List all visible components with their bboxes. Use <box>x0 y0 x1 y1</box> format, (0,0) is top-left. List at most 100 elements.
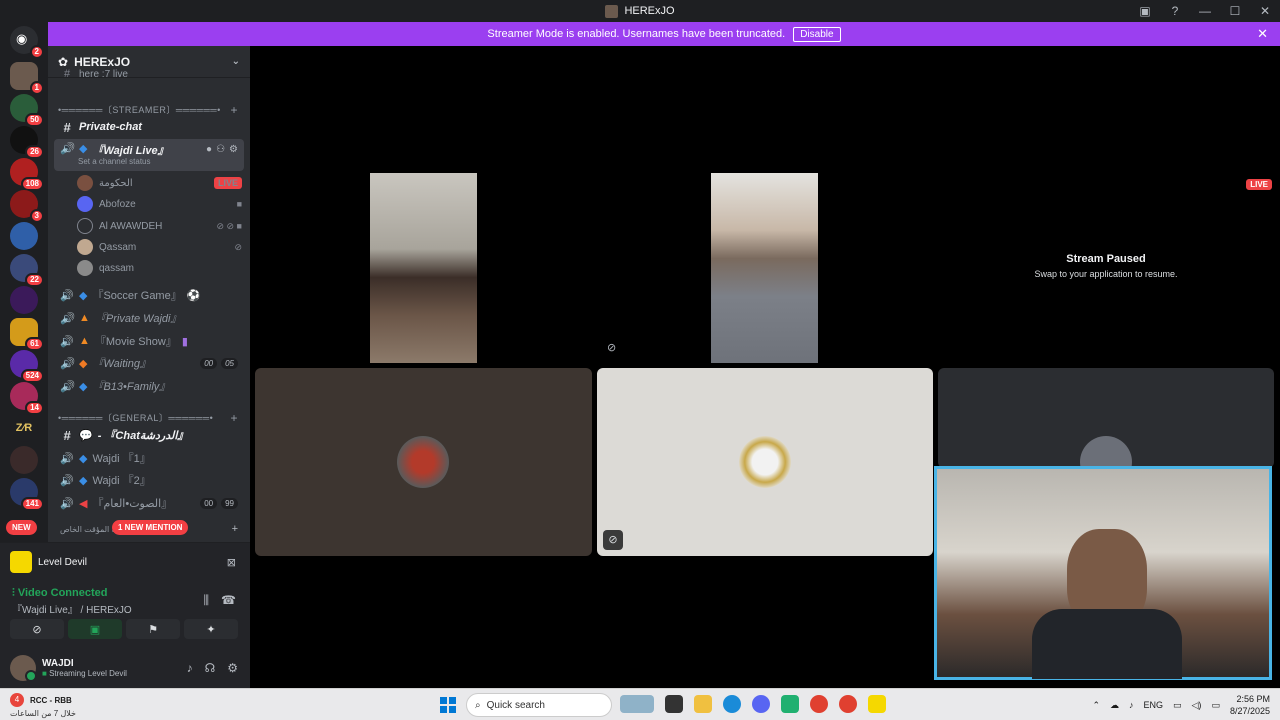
server-item[interactable]: 26 <box>10 126 44 159</box>
connection-status[interactable]: ⫶ Video Connected <box>12 587 107 600</box>
help-icon[interactable]: ? <box>1160 4 1190 18</box>
channel-chat[interactable]: # 💬 - 『Chatالدردشة』 <box>54 424 244 446</box>
invite-icon[interactable]: ⚇ <box>216 144 225 155</box>
microphone-icon[interactable]: ♪ <box>187 661 193 675</box>
weather-badge: 4 <box>10 693 24 707</box>
channel-movie-show[interactable]: 🔊 ▲ 『Movie Show』 ▮ <box>54 330 244 352</box>
settings-gear-icon[interactable]: ⚙ <box>229 144 238 155</box>
windows-start-icon[interactable] <box>440 697 456 713</box>
battery-icon[interactable]: ▭ <box>1211 700 1220 711</box>
windows-taskbar: 4 RCC - RBB خلال 7 من الساعات ⌕ Quick se… <box>0 688 1280 720</box>
channel-soccer-game[interactable]: 🔊 ◆ 『Soccer Game』 ⚽ <box>54 284 244 306</box>
voice-member[interactable]: Qassam ⊘ <box>77 237 242 257</box>
maximize-button[interactable]: ☐ <box>1220 4 1250 18</box>
chat-icon[interactable]: ● <box>206 144 212 155</box>
chrome-icon[interactable] <box>839 695 857 713</box>
new-mention-pill[interactable]: 1 NEW MENTION <box>112 520 189 535</box>
microphone-icon[interactable]: ♪ <box>1129 700 1134 710</box>
chrome-icon[interactable] <box>810 695 828 713</box>
edge-icon[interactable] <box>723 695 741 713</box>
server-item[interactable]: 14 <box>10 382 44 415</box>
disable-streamer-mode-button[interactable]: Disable <box>793 26 841 42</box>
user-settings-gear-icon[interactable]: ⚙ <box>227 661 238 675</box>
server-item[interactable]: 524 <box>10 350 44 383</box>
video-tile-camera[interactable] <box>370 173 477 363</box>
file-explorer-icon[interactable] <box>694 695 712 713</box>
server-item[interactable]: 1 <box>10 62 44 95</box>
language-indicator[interactable]: ENG <box>1143 700 1163 710</box>
server-item[interactable]: 50 <box>10 94 44 127</box>
screen-share-button[interactable]: ▣ <box>68 619 122 639</box>
server-item[interactable]: 141 <box>10 478 44 511</box>
avatar[interactable] <box>10 655 37 682</box>
video-tile-camera[interactable] <box>711 173 818 363</box>
streamer-body <box>1032 609 1182 679</box>
channel-item[interactable]: # here :7 live <box>54 68 244 80</box>
widget-icon[interactable] <box>620 695 654 713</box>
minimize-button[interactable]: — <box>1190 4 1220 18</box>
discord-home-icon[interactable]: ◉ 2 <box>10 26 44 59</box>
activities-button[interactable]: ⚑ <box>126 619 180 639</box>
category-streamer[interactable]: •══════〔STREAMER〕══════• + <box>58 103 238 117</box>
discord-icon[interactable] <box>752 695 770 713</box>
task-view-icon[interactable] <box>665 695 683 713</box>
noise-suppression-icon[interactable]: ⫼ <box>204 593 210 608</box>
clock[interactable]: 2:56 PM 8/27/2025 <box>1230 693 1270 717</box>
muted-icon: ⊘ <box>607 342 617 354</box>
add-channel-icon[interactable]: + <box>230 103 238 117</box>
taskbar-search[interactable]: ⌕ Quick search <box>466 693 612 717</box>
voice-member[interactable]: Abofoze ■ <box>77 194 242 214</box>
channel-status[interactable]: Set a channel status <box>78 157 151 166</box>
new-unreads-pill[interactable]: NEW <box>6 520 37 535</box>
headphones-icon[interactable]: ☊ <box>205 661 216 675</box>
user-limit: 00 99 <box>200 497 238 509</box>
user-tile[interactable]: ⊘ <box>597 368 933 556</box>
channel-general-voice[interactable]: 🔊 ◀ 『الصوت•العام』 00 99 <box>54 492 244 514</box>
close-icon[interactable]: ✕ <box>1257 26 1268 42</box>
user-tile[interactable] <box>938 368 1274 468</box>
add-channel-icon[interactable]: + <box>230 411 238 425</box>
taskbar-apps <box>620 695 886 713</box>
disconnect-icon[interactable]: ☎ <box>221 593 236 608</box>
server-item[interactable]: Z⁄R <box>10 414 38 442</box>
server-icon <box>605 4 619 18</box>
channel-actions: ● ⚇ ⚙ <box>206 144 238 155</box>
close-button[interactable]: ✕ <box>1250 4 1280 18</box>
camera-off-button[interactable]: ⊘ <box>10 619 64 639</box>
channel-wajdi-2[interactable]: 🔊 ◆ Wajdi 『2』 <box>54 469 244 491</box>
user-controls: ♪ ☊ ⚙ <box>187 661 238 675</box>
diamond-icon: ◆ <box>79 452 88 465</box>
server-item[interactable]: 22 <box>10 254 44 287</box>
category-general[interactable]: •══════〔GENERAL〕══════• + <box>58 411 238 425</box>
channel-wajdi-1[interactable]: 🔊 ◆ Wajdi 『1』 <box>54 447 244 469</box>
voice-member[interactable]: qassam <box>77 258 242 278</box>
voice-buttons: ⊘ ▣ ⚑ ✦ <box>10 619 238 639</box>
inbox-icon[interactable]: ▣ <box>1130 4 1160 18</box>
network-icon[interactable]: ▭ <box>1173 700 1182 711</box>
screen-share-icon[interactable]: ⊠ <box>227 556 236 569</box>
server-item[interactable]: 3 <box>10 190 44 223</box>
server-item[interactable] <box>10 286 38 314</box>
weather-widget[interactable]: 4 RCC - RBB خلال 7 من الساعات <box>10 693 76 718</box>
channel-wajdi-live[interactable]: 🔊 ◆ 『Wajdi Live』 ● ⚇ ⚙ Set a channel sta… <box>54 139 244 171</box>
channel-private-chat[interactable]: # Private-chat <box>54 116 244 138</box>
server-item[interactable] <box>10 222 38 250</box>
volume-icon[interactable]: ◁) <box>1192 700 1202 711</box>
server-item[interactable]: 61 <box>10 318 44 351</box>
voice-member[interactable]: الحكومة LIVE <box>77 173 242 193</box>
add-channel-icon[interactable]: + <box>232 523 238 535</box>
channel-b13-family[interactable]: 🔊 ◆ 『B13•Family』 <box>54 375 244 397</box>
server-item[interactable] <box>10 446 38 474</box>
level-devil-icon[interactable] <box>868 695 886 713</box>
hash-icon: # <box>63 68 71 80</box>
user-tile[interactable] <box>255 368 592 556</box>
soundboard-button[interactable]: ✦ <box>184 619 238 639</box>
voice-member[interactable]: Al AWAWDEH ⊘ ⊘ ■ <box>77 216 242 236</box>
connected-channel[interactable]: 『Wajdi Live』 / HERExJO <box>12 601 132 616</box>
channel-private-wajdi[interactable]: 🔊 ▲ 『Private Wajdi』 <box>54 307 244 329</box>
app-icon[interactable] <box>781 695 799 713</box>
channel-waiting[interactable]: 🔊 ◆ 『Waiting』 00 05 <box>54 352 244 374</box>
onedrive-icon[interactable]: ☁ <box>1110 700 1119 711</box>
server-item[interactable]: 108 <box>10 158 44 191</box>
chevron-up-icon[interactable]: ⌃ <box>1092 700 1100 711</box>
